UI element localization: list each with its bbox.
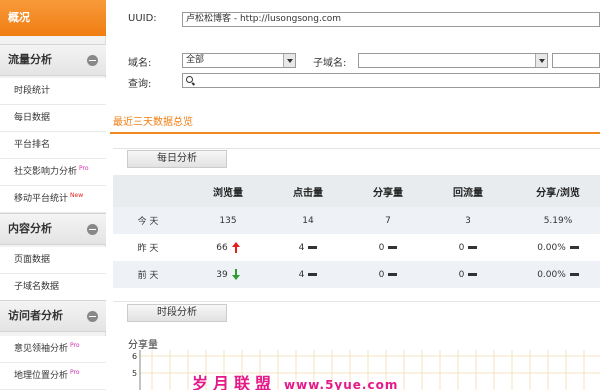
domain-label: 域名: bbox=[128, 58, 152, 69]
section-title: 内容分析 bbox=[8, 222, 52, 235]
dash-icon bbox=[388, 246, 398, 249]
chevron-down-icon bbox=[535, 54, 547, 67]
tab-daily-analysis[interactable]: 每日分析 bbox=[127, 150, 227, 168]
section-traffic-analysis[interactable]: 流量分析 bbox=[0, 44, 106, 76]
col-views: 浏览量 bbox=[213, 187, 243, 199]
sidebar-item-hourly-stats[interactable]: 时段统计 bbox=[0, 78, 106, 105]
table-row: 昨 天 66 4 0 0 0.00% bbox=[113, 234, 600, 261]
section-visitor-analysis[interactable]: 访问者分析 bbox=[0, 300, 106, 332]
domain-select[interactable]: 全部 bbox=[182, 53, 296, 68]
collapse-icon[interactable] bbox=[87, 224, 98, 235]
cell-views: 135 bbox=[219, 215, 237, 226]
sidebar: 概况 流量分析 时段统计 每日数据 平台排名 社交影响力分析 Pro 移动平台统计… bbox=[0, 0, 106, 390]
cell-ratio: 5.19% bbox=[543, 215, 573, 226]
nav-overview[interactable]: 概况 bbox=[0, 0, 106, 36]
cell-ratio: 0.00% bbox=[518, 234, 598, 261]
cell-views: 66 bbox=[193, 234, 263, 261]
new-badge: New bbox=[70, 192, 84, 199]
section-title: 流量分析 bbox=[8, 53, 52, 66]
collapse-icon[interactable] bbox=[87, 311, 98, 322]
tab-hourly-analysis[interactable]: 时段分析 bbox=[127, 304, 227, 322]
search-icon bbox=[186, 76, 193, 83]
sidebar-item-mobile-stats[interactable]: 移动平台统计 New bbox=[0, 186, 106, 213]
cell-clicks: 4 bbox=[273, 261, 343, 288]
uuid-label: UUID: bbox=[128, 13, 157, 24]
cell-clicks: 4 bbox=[273, 234, 343, 261]
query-input[interactable] bbox=[182, 73, 600, 88]
row-day: 昨 天 bbox=[137, 244, 159, 254]
subdomain-label: 子域名: bbox=[313, 58, 347, 69]
collapse-icon[interactable] bbox=[87, 55, 98, 66]
y-tick-label: 5 bbox=[132, 369, 137, 378]
cell-returns: 0 bbox=[433, 261, 503, 288]
sidebar-item-opinion-leader[interactable]: 意见领袖分析 Pro bbox=[0, 336, 106, 363]
sidebar-item-platform-rank[interactable]: 平台排名 bbox=[0, 132, 106, 159]
col-clicks: 点击量 bbox=[293, 187, 323, 199]
pro-badge: Pro bbox=[70, 369, 80, 376]
col-ratio: 分享/浏览 bbox=[536, 187, 580, 199]
chevron-down-icon bbox=[283, 54, 295, 67]
cell-clicks: 14 bbox=[302, 215, 314, 226]
arrow-down-icon bbox=[231, 269, 240, 280]
dash-icon bbox=[308, 246, 318, 249]
dash-icon bbox=[569, 273, 579, 276]
dash-icon bbox=[468, 273, 478, 276]
dash-icon bbox=[388, 273, 398, 276]
pro-badge: Pro bbox=[70, 342, 80, 349]
watermark: 岁月联盟 www.5yue.com bbox=[192, 374, 399, 390]
row-day: 今 天 bbox=[137, 217, 159, 227]
table-row: 前 天 39 4 0 0 0.00% bbox=[113, 261, 600, 288]
pro-badge: Pro bbox=[79, 165, 89, 172]
sidebar-item-social-influence[interactable]: 社交影响力分析 Pro bbox=[0, 159, 106, 186]
uuid-field[interactable]: 卢松松博客 - http://lusongsong.com bbox=[182, 12, 600, 27]
query-label: 查询: bbox=[128, 79, 152, 90]
daily-panel: 每日分析 bbox=[113, 148, 600, 175]
col-shares: 分享量 bbox=[373, 187, 403, 199]
sidebar-item-subdomain-data[interactable]: 子域名数据 bbox=[0, 274, 106, 301]
y-tick-label: 6 bbox=[132, 352, 137, 361]
sidebar-item-page-data[interactable]: 页面数据 bbox=[0, 247, 106, 274]
cell-ratio: 0.00% bbox=[518, 261, 598, 288]
row-day: 前 天 bbox=[137, 271, 159, 281]
subdomain-select[interactable] bbox=[358, 53, 548, 68]
extra-field[interactable] bbox=[552, 53, 600, 68]
dash-icon bbox=[569, 246, 579, 249]
chart-label: 分享量 bbox=[128, 340, 158, 351]
cell-returns: 0 bbox=[433, 234, 503, 261]
cell-shares: 0 bbox=[353, 261, 423, 288]
summary-title: 最近三天数据总览 bbox=[113, 117, 193, 128]
arrow-up-icon bbox=[231, 242, 240, 253]
dash-icon bbox=[468, 246, 478, 249]
table-row: 今 天 135 14 7 3 5.19% bbox=[113, 207, 600, 234]
cell-views: 39 bbox=[193, 261, 263, 288]
section-content-analysis[interactable]: 内容分析 bbox=[0, 213, 106, 245]
cell-shares: 0 bbox=[353, 234, 423, 261]
table-header: 浏览量 点击量 分享量 回流量 分享/浏览 bbox=[113, 175, 600, 207]
cell-returns: 3 bbox=[465, 215, 471, 226]
cell-shares: 7 bbox=[385, 215, 391, 226]
sidebar-item-geo-location[interactable]: 地理位置分析 Pro bbox=[0, 363, 106, 390]
sidebar-item-daily-data[interactable]: 每日数据 bbox=[0, 105, 106, 132]
section-title: 访问者分析 bbox=[8, 309, 63, 322]
divider bbox=[110, 132, 600, 134]
col-returns: 回流量 bbox=[453, 187, 483, 199]
dash-icon bbox=[308, 273, 318, 276]
